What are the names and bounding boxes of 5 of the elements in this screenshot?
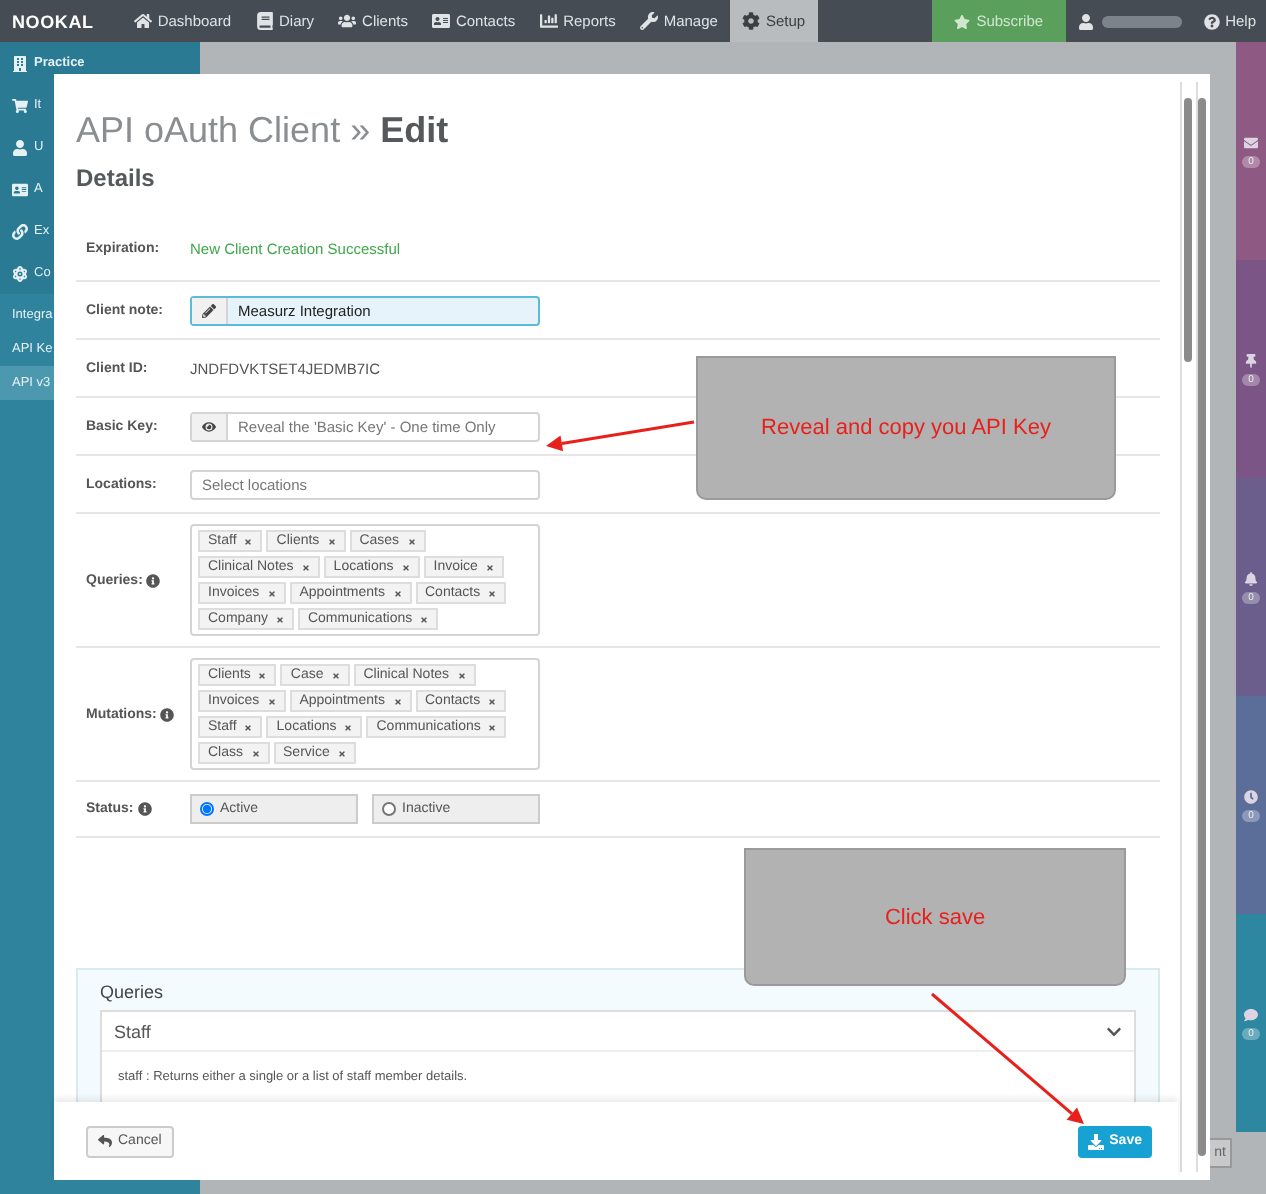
annotation-note: Reveal and copy you API Key bbox=[696, 356, 1116, 500]
dialog-title: API oAuth Client » Edit bbox=[76, 110, 451, 152]
panel-title: Queries bbox=[100, 982, 166, 1002]
section-heading: Details bbox=[76, 164, 157, 192]
annotation-note: Click save bbox=[744, 848, 1126, 986]
